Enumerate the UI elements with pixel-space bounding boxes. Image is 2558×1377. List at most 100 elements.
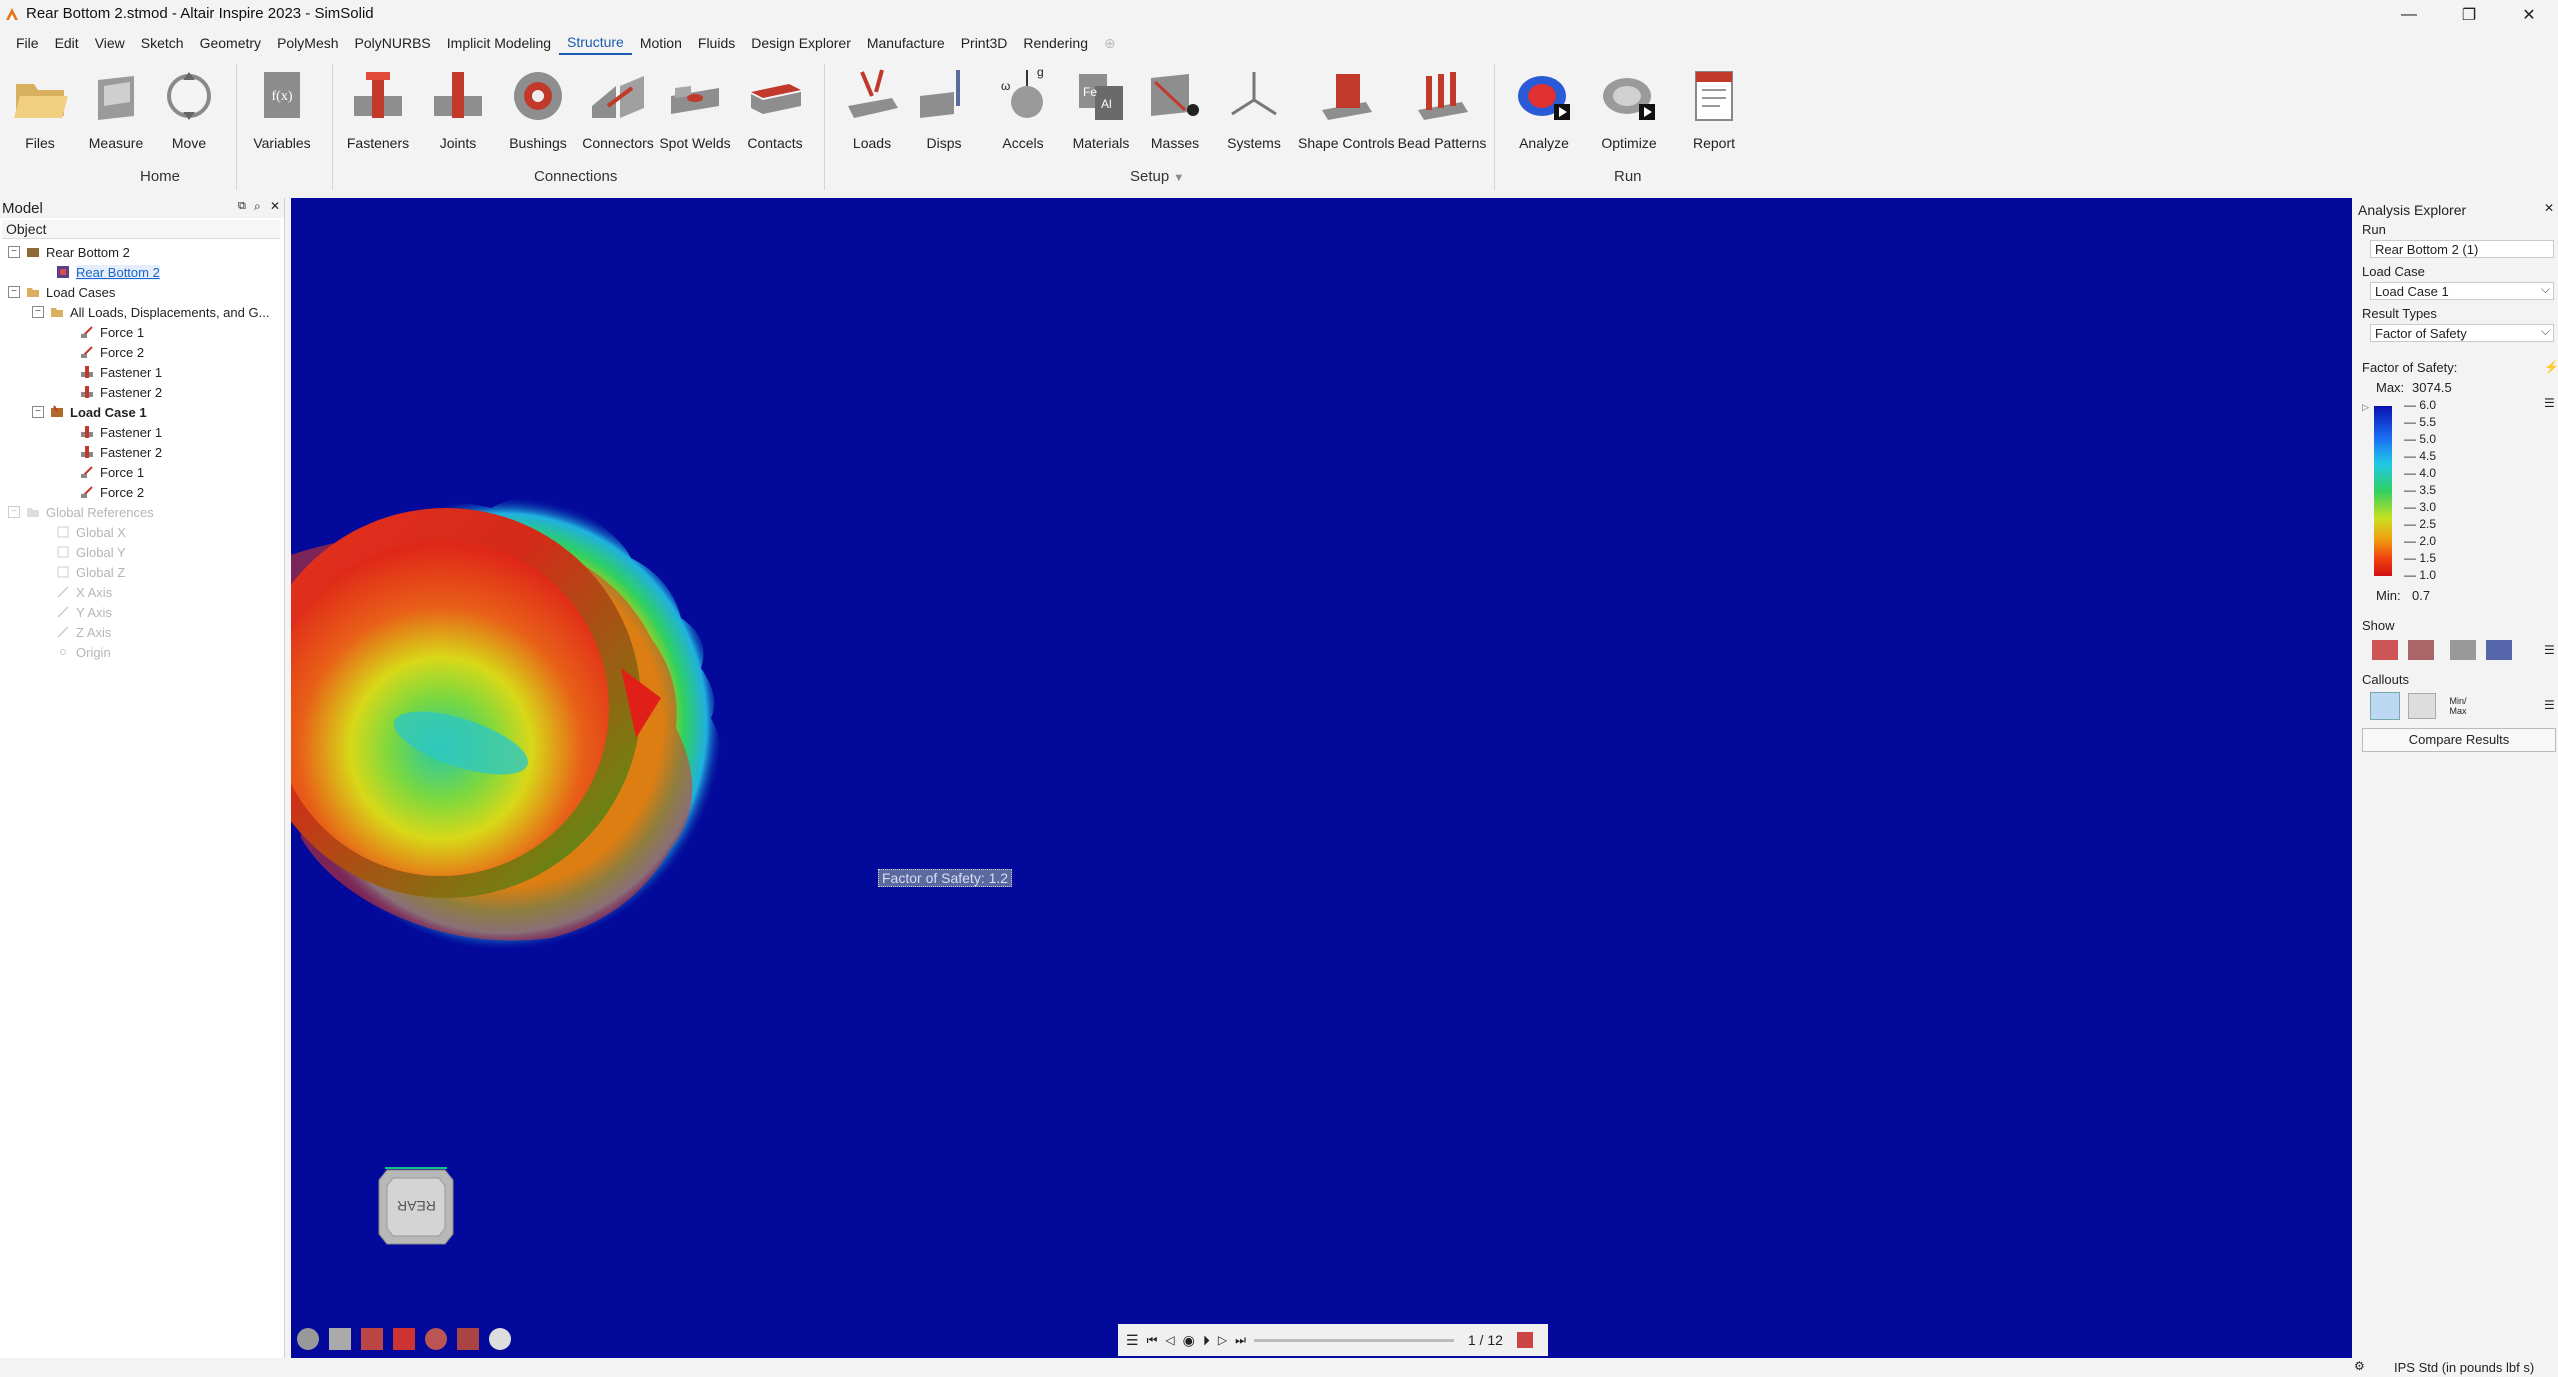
tree-item-z-axis[interactable]: Z Axis	[56, 622, 111, 642]
menu-polymesh[interactable]: PolyMesh	[269, 32, 346, 54]
variables-tool[interactable]: f(x) Variables	[234, 66, 330, 166]
menu-fluids[interactable]: Fluids	[690, 32, 743, 54]
run-field[interactable]: Rear Bottom 2 (1)	[2370, 240, 2554, 258]
close-panel-icon[interactable]: ✕	[270, 199, 280, 213]
search-icon[interactable]: ⌕	[254, 199, 261, 214]
systems-tool[interactable]: Systems	[1206, 66, 1302, 166]
show-menu-icon[interactable]: ☰	[2544, 643, 2555, 657]
menu-icon[interactable]: ☰	[1126, 1332, 1139, 1349]
menu-view[interactable]: View	[87, 32, 133, 54]
shape-controls-tool[interactable]: Shape Controls	[1298, 66, 1395, 166]
tree-item-global-y[interactable]: Global Y	[56, 542, 126, 562]
legend-menu-icon[interactable]: ☰	[2544, 396, 2555, 410]
animation-settings-icon[interactable]	[1516, 1332, 1533, 1348]
menu-geometry[interactable]: Geometry	[192, 32, 269, 54]
menu-implicit-modeling[interactable]: Implicit Modeling	[439, 32, 559, 54]
stop-icon[interactable]: ◉	[1183, 1332, 1195, 1349]
title-bar: Rear Bottom 2.stmod - Altair Inspire 202…	[0, 0, 2558, 30]
result-contour-model[interactable]	[291, 198, 2352, 1358]
tree-item-force[interactable]: Force 1	[80, 322, 144, 342]
tree-item-fastener[interactable]: Fastener 2	[80, 382, 162, 402]
collapse-icon[interactable]: −	[32, 406, 44, 418]
tree-item-label: Origin	[76, 644, 111, 660]
menu-edit[interactable]: Edit	[47, 32, 87, 54]
tree-item-all-loads[interactable]: − All Loads, Displacements, and G...	[32, 302, 269, 322]
tree-item-force[interactable]: Force 1	[80, 462, 144, 482]
section-icon[interactable]	[361, 1328, 383, 1350]
collapse-icon[interactable]: −	[32, 306, 44, 318]
next-frame-icon[interactable]: ▷	[1218, 1333, 1227, 1347]
fos-callout[interactable]: Factor of Safety: 1.2	[878, 869, 1013, 887]
tree-item-origin[interactable]: Origin	[56, 642, 111, 662]
tree-item-global-z[interactable]: Global Z	[56, 562, 125, 582]
menu-polynurbs[interactable]: PolyNURBS	[347, 32, 439, 54]
load-case-dropdown[interactable]: Load Case 1	[2370, 280, 2554, 300]
move-tool[interactable]: Move	[141, 66, 237, 166]
contour-icon[interactable]	[2486, 640, 2512, 660]
tree-item-fastener[interactable]: Fastener 2	[80, 442, 162, 462]
menu-print3d[interactable]: Print3D	[953, 32, 1016, 54]
deformed-shape-icon[interactable]	[2372, 640, 2398, 660]
settings-icon[interactable]	[489, 1328, 511, 1350]
compare-results-button[interactable]: Compare Results	[2362, 728, 2556, 752]
tree-item-fastener[interactable]: Fastener 1	[80, 422, 162, 442]
tree-item-global-references[interactable]: − Global References	[8, 502, 154, 522]
collapse-icon[interactable]: −	[8, 246, 20, 258]
tree-item-force[interactable]: Force 2	[80, 342, 144, 362]
legend-options-icon[interactable]: ⚡	[2544, 360, 2558, 374]
zoom-icon[interactable]	[425, 1328, 447, 1350]
menu-manufacture[interactable]: Manufacture	[859, 32, 953, 54]
last-frame-icon[interactable]: ⏭	[1235, 1333, 1246, 1348]
units-selector[interactable]: IPS Std (in pounds lbf s)	[2394, 1360, 2534, 1375]
tree-item-x-axis[interactable]: X Axis	[56, 582, 112, 602]
result-type-dropdown[interactable]: Factor of Safety	[2370, 322, 2554, 342]
camera-icon[interactable]	[329, 1328, 351, 1350]
minimize-button[interactable]: —	[2380, 0, 2438, 30]
tree-item-part[interactable]: Rear Bottom 2	[56, 262, 160, 282]
tree-item-root[interactable]: − Rear Bottom 2	[8, 242, 130, 262]
menu-structure[interactable]: Structure	[559, 31, 632, 55]
first-frame-icon[interactable]: ⏮	[1147, 1333, 1158, 1348]
object-column-header[interactable]: Object	[2, 220, 280, 239]
menu-sketch[interactable]: Sketch	[133, 32, 192, 54]
shape-controls-icon	[1322, 74, 1372, 120]
tree-item-y-axis[interactable]: Y Axis	[56, 602, 112, 622]
animation-slider[interactable]	[1253, 1338, 1454, 1342]
undeformed-shape-icon[interactable]	[2408, 640, 2434, 660]
tree-item-global-x[interactable]: Global X	[56, 522, 126, 542]
collapse-icon[interactable]: −	[8, 286, 20, 298]
tree-item-load-case-1[interactable]: − Load Case 1	[32, 402, 147, 422]
tree-item-force[interactable]: Force 2	[80, 482, 144, 502]
restore-button[interactable]: ❐	[2440, 0, 2498, 30]
add-tab-icon[interactable]: ⊕	[1096, 32, 1124, 54]
3d-viewport[interactable]: Factor of Safety: 1.2 REAR ☰ ⏮ ◁ ◉ ⏵ ▷ ⏭…	[291, 198, 2352, 1358]
callouts-menu-icon[interactable]: ☰	[2544, 698, 2555, 712]
report-tool[interactable]: Report	[1666, 66, 1762, 166]
analyze-tool[interactable]: Analyze	[1496, 66, 1592, 166]
previous-frame-icon[interactable]: ◁	[1165, 1333, 1174, 1347]
contacts-tool[interactable]: Contacts	[727, 66, 823, 166]
close-window-button[interactable]: ✕	[2500, 0, 2558, 30]
display-mode-icon[interactable]	[393, 1328, 415, 1350]
tree-item-load-cases[interactable]: − Load Cases	[8, 282, 115, 302]
callout-pin-icon[interactable]	[2370, 692, 2400, 720]
bead-patterns-tool[interactable]: Bead Patterns	[1394, 66, 1490, 166]
view-cube[interactable]: REAR	[375, 1166, 457, 1248]
group-setup-label[interactable]: Setup ▼	[1130, 168, 1184, 185]
menu-rendering[interactable]: Rendering	[1015, 32, 1096, 54]
mesh-icon[interactable]	[2450, 640, 2476, 660]
transparency-icon[interactable]	[457, 1328, 479, 1350]
play-icon[interactable]: ⏵	[1203, 1332, 1210, 1349]
callout-table-icon[interactable]	[2408, 693, 2436, 719]
optimize-tool[interactable]: Optimize	[1581, 66, 1677, 166]
menu-motion[interactable]: Motion	[632, 32, 690, 54]
settings-gear-icon[interactable]: ⚙	[2354, 1359, 2365, 1373]
menu-file[interactable]: File	[8, 32, 47, 54]
float-panel-icon[interactable]: ⧉	[238, 200, 246, 213]
menu-design-explorer[interactable]: Design Explorer	[743, 32, 859, 54]
view-orientation-icon[interactable]	[297, 1328, 319, 1350]
collapse-icon[interactable]: −	[8, 506, 20, 518]
close-panel-icon[interactable]: ✕	[2544, 201, 2554, 215]
min-max-callout-button[interactable]: Min/ Max	[2444, 696, 2472, 716]
tree-item-fastener[interactable]: Fastener 1	[80, 362, 162, 382]
